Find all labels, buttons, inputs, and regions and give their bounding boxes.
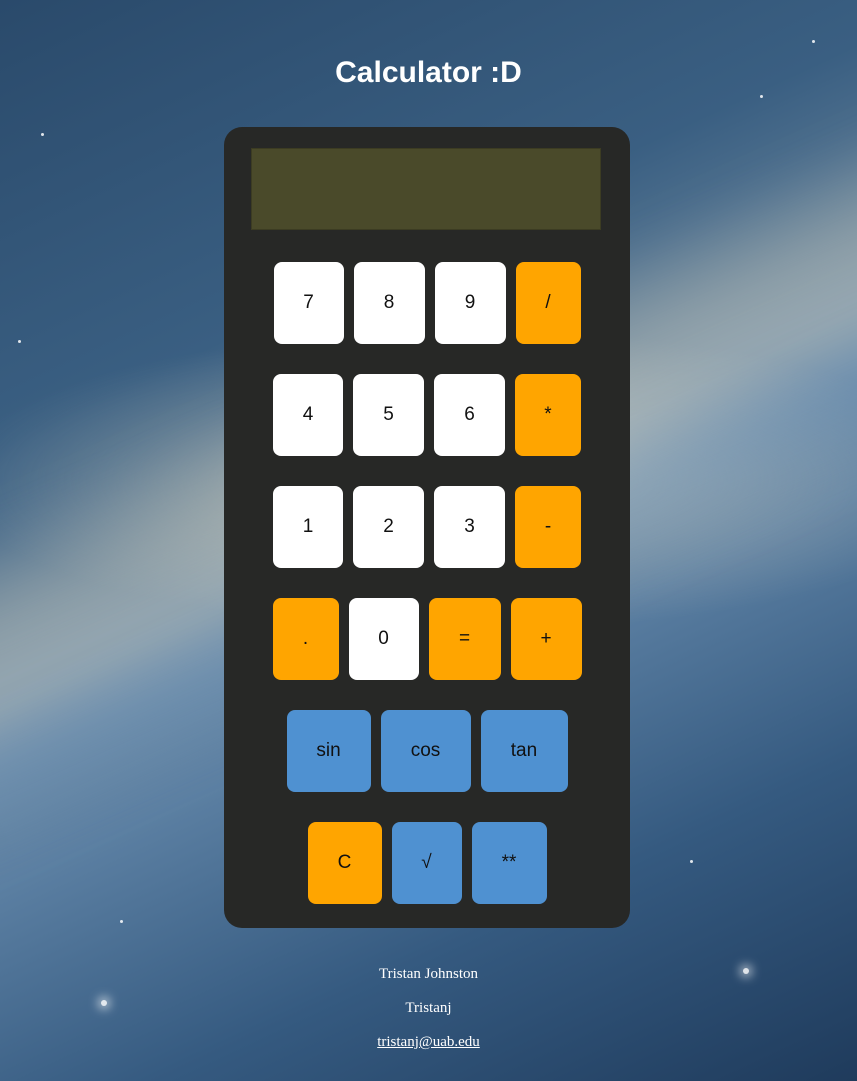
star <box>760 95 763 98</box>
star <box>690 860 693 863</box>
button-1[interactable]: 1 <box>273 486 343 568</box>
star <box>41 133 44 136</box>
page-title: Calculator :D <box>335 56 522 89</box>
button-tan[interactable]: tan <box>480 710 568 792</box>
button-equals[interactable]: = <box>428 598 501 680</box>
button-power[interactable]: ** <box>471 822 547 904</box>
button-row: 4 5 6 * <box>224 374 630 456</box>
button-3[interactable]: 3 <box>434 486 505 568</box>
button-2[interactable]: 2 <box>353 486 424 568</box>
author-email-container: tristanj@uab.edu <box>0 1034 857 1051</box>
calculator: 7 8 9 / 4 5 6 * 1 2 3 - . 0 = + sin cos … <box>224 127 630 928</box>
button-row: . 0 = + <box>224 598 630 680</box>
button-row: 7 8 9 / <box>224 262 630 344</box>
button-divide[interactable]: / <box>515 262 581 344</box>
button-row: 1 2 3 - <box>224 486 630 568</box>
button-subtract[interactable]: - <box>515 486 581 568</box>
button-8[interactable]: 8 <box>353 262 425 344</box>
button-row: C √ ** <box>224 822 630 904</box>
button-6[interactable]: 6 <box>434 374 505 456</box>
button-0[interactable]: 0 <box>348 598 419 680</box>
author-username: Tristanj <box>405 1000 452 1016</box>
button-sin[interactable]: sin <box>286 710 371 792</box>
button-4[interactable]: 4 <box>273 374 343 456</box>
button-5[interactable]: 5 <box>353 374 424 456</box>
star <box>120 920 123 923</box>
button-clear[interactable]: C <box>307 822 382 904</box>
star <box>812 40 815 43</box>
button-7[interactable]: 7 <box>273 262 344 344</box>
author-name: Tristan Johnston <box>378 966 479 982</box>
button-sqrt[interactable]: √ <box>391 822 462 904</box>
button-row: sin cos tan <box>224 710 630 792</box>
star <box>18 340 21 343</box>
button-cos[interactable]: cos <box>380 710 471 792</box>
button-decimal[interactable]: . <box>272 598 339 680</box>
button-multiply[interactable]: * <box>515 374 581 456</box>
button-9[interactable]: 9 <box>434 262 506 344</box>
button-add[interactable]: + <box>510 598 582 680</box>
author-email-link[interactable]: tristanj@uab.edu <box>377 1034 480 1050</box>
calculator-display <box>251 148 601 230</box>
